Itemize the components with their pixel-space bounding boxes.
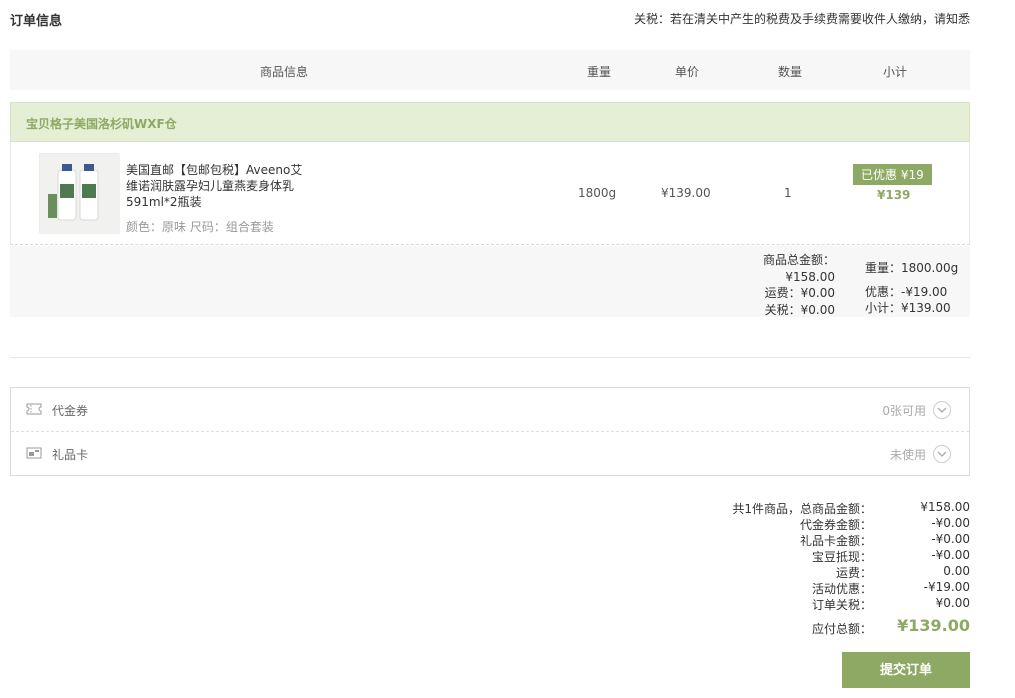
voucher-status: 0张可用 [882,404,926,418]
totals-label: 礼品卡金额： [799,534,872,548]
discount-badge: 已优惠 ¥19 [853,164,932,185]
warehouse-name: 宝贝格子美国洛杉矶WXF仓 [26,117,177,131]
totals-label: 代金券金额： [799,518,872,532]
summary-shipping: 运费：¥0.00 [764,286,835,300]
totals-label: 运费： [835,566,872,580]
totals-label: 订单关税： [811,598,872,612]
totals-row: 礼品卡金额： -¥0.00 [700,532,970,548]
header-subtotal: 小计 [883,65,908,79]
product-weight: 1800g [578,186,617,200]
summary-tax: 关税：¥0.00 [764,302,835,317]
section-divider [10,357,970,358]
chevron-down-icon[interactable] [933,401,951,419]
totals-row: 共1件商品，总商品金额： ¥158.00 [700,500,970,516]
coupon-panel: 代金券 0张可用 礼品卡 未使用 [10,387,970,476]
totals-label: 活动优惠： [811,582,872,596]
gift-card-icon [26,447,42,459]
totals-row: 代金券金额： -¥0.00 [700,516,970,532]
warehouse-summary: 商品总金额：¥158.00 运费：¥0.00 关税：¥0.00 重量：1800.… [10,246,970,317]
submit-order-button[interactable]: 提交订单 [842,652,970,688]
giftcard-row[interactable]: 礼品卡 未使用 [11,432,969,476]
order-totals: 共1件商品，总商品金额： ¥158.00 代金券金额： -¥0.00 礼品卡金额… [700,500,970,640]
warehouse-bar: 宝贝格子美国洛杉矶WXF仓 [10,102,970,142]
product-attributes: 颜色：原味 尺码：组合套装 [126,220,274,234]
totals-value: ¥0.00 [935,596,970,610]
totals-row: 运费： 0.00 [700,564,970,580]
ticket-icon [26,403,42,415]
totals-value: -¥0.00 [931,532,970,546]
table-header: 商品信息 重量 单价 数量 小计 [10,50,970,90]
tax-notice: 关税：若在清关中产生的税费及手续费需要收件人缴纳，请知悉 [633,12,970,26]
product-name[interactable]: 美国直邮【包邮包税】Aveeno艾维诺润肤露孕妇儿童燕麦身体乳591ml*2瓶装 [126,162,311,210]
giftcard-status: 未使用 [889,448,926,462]
totals-value: ¥158.00 [920,500,970,514]
grand-total-value: ¥139.00 [897,616,970,635]
header-weight: 重量 [587,65,612,79]
header-price: 单价 [675,65,700,79]
totals-value: -¥19.00 [923,580,970,594]
totals-row: 活动优惠： -¥19.00 [700,580,970,596]
chevron-down-icon[interactable] [933,445,951,463]
voucher-row[interactable]: 代金券 0张可用 [11,388,969,432]
totals-value: 0.00 [943,564,970,578]
giftcard-label: 礼品卡 [52,448,89,462]
totals-value: -¥0.00 [931,516,970,530]
summary-goods-total: 商品总金额：¥158.00 [762,253,835,284]
product-unit-price: ¥139.00 [661,186,711,200]
summary-left: 商品总金额：¥158.00 运费：¥0.00 关税：¥0.00 [725,252,835,318]
totals-label: 共1件商品，总商品金额： [732,502,872,516]
product-row: 美国直邮【包邮包税】Aveeno艾维诺润肤露孕妇儿童燕麦身体乳591ml*2瓶装… [10,142,970,245]
summary-discount: 优惠：-¥19.00 [865,284,948,299]
totals-row: 宝豆抵现： -¥0.00 [700,548,970,564]
order-title: 订单信息 [10,14,63,29]
summary-subtotal: 小计：¥139.00 [865,301,951,315]
grand-total-row: 应付总额： ¥139.00 [700,616,970,640]
totals-value: -¥0.00 [931,548,970,562]
product-subtotal: ¥139 [877,188,911,202]
grand-total-label: 应付总额： [811,622,872,636]
header-quantity: 数量 [778,65,803,79]
product-quantity: 1 [784,186,792,200]
product-thumbnail[interactable] [39,153,120,234]
totals-label: 宝豆抵现： [811,550,872,564]
header-info: 商品信息 [260,65,309,79]
summary-right: 重量：1800.00g 优惠：-¥19.00 小计：¥139.00 [865,260,965,317]
summary-weight: 重量：1800.00g [865,261,959,275]
voucher-label: 代金券 [52,404,89,418]
totals-row: 订单关税： ¥0.00 [700,596,970,612]
